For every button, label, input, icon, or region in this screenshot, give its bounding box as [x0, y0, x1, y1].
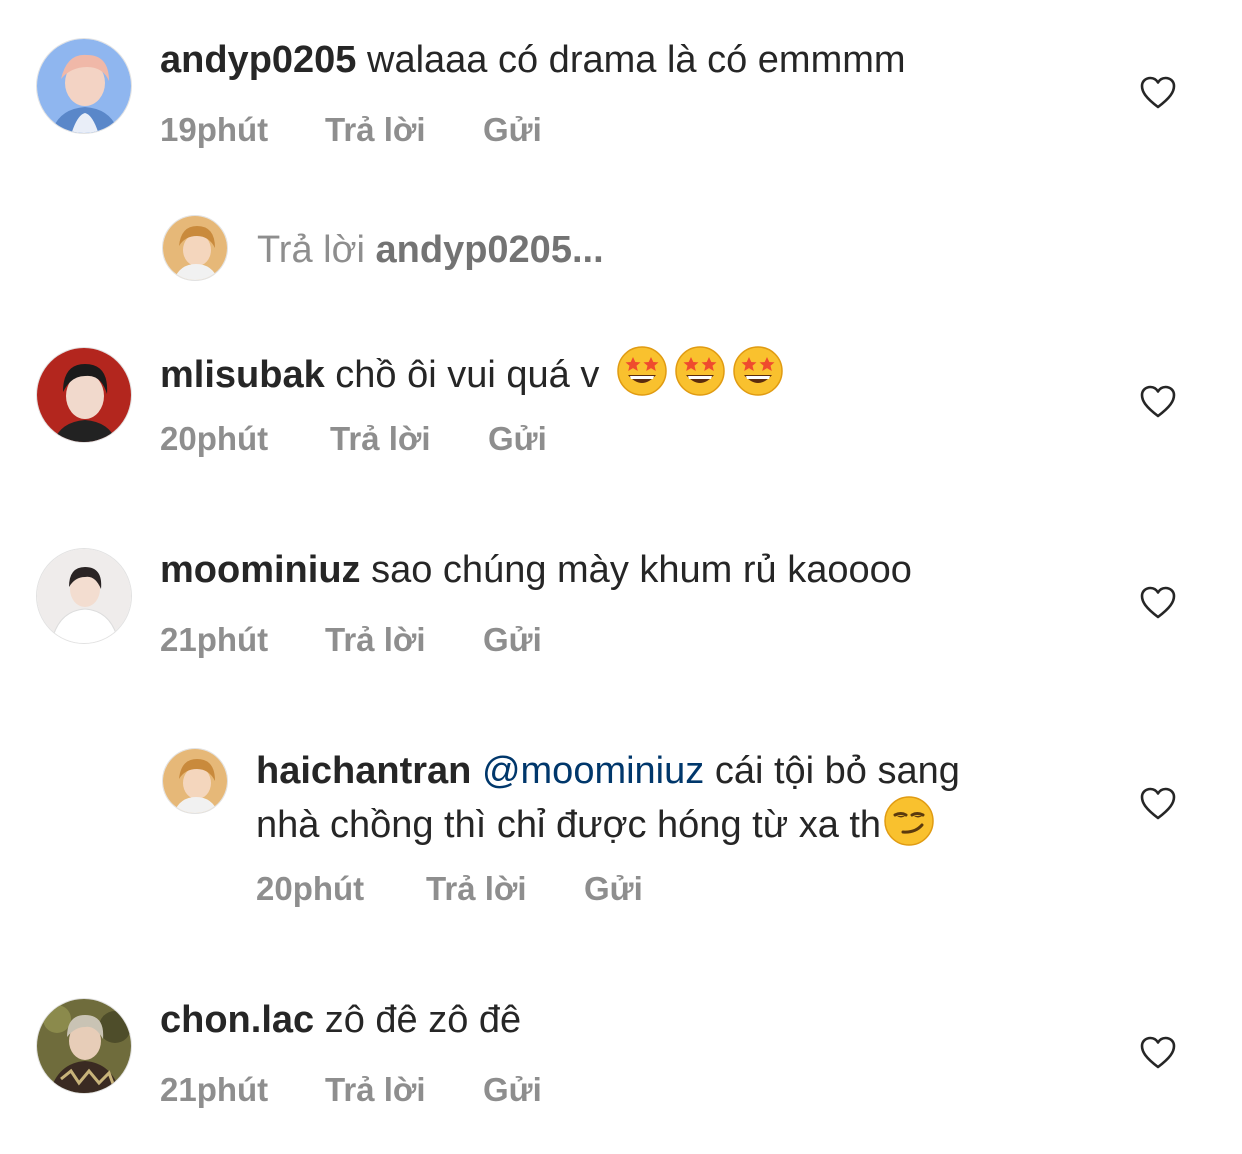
avatar[interactable]: [36, 998, 132, 1094]
comment-text: sao chúng mày khum rủ kaoooo: [371, 549, 912, 591]
avatar[interactable]: [36, 347, 132, 443]
comment-text-line1: cái tội bỏ sang: [714, 750, 960, 792]
send-button[interactable]: Gửi: [483, 110, 542, 150]
avatar[interactable]: [36, 548, 132, 644]
reply-button[interactable]: Trả lời: [325, 110, 426, 150]
comment-time: 20phút: [160, 420, 269, 457]
send-button[interactable]: Gửi: [483, 620, 542, 660]
avatar: [162, 215, 228, 281]
send-button[interactable]: Gửi: [483, 1070, 542, 1110]
comment-username[interactable]: andyp0205: [160, 39, 356, 81]
star-struck-emoji: [617, 346, 667, 396]
comment-text: chồ ôi vui quá v: [335, 354, 600, 396]
heart-outline-icon[interactable]: [1138, 583, 1178, 623]
reply-prompt-target: andyp0205...: [375, 229, 604, 271]
comment-time: 21phút: [160, 621, 269, 658]
reply-prompt-prefix: Trả lời: [257, 229, 365, 271]
comment-time: 19phút: [160, 111, 269, 148]
avatar[interactable]: [36, 38, 132, 134]
reply-button[interactable]: Trả lời: [325, 620, 426, 660]
comment-text-line2: nhà chồng thì chỉ được hóng từ xa th: [256, 804, 882, 846]
reply-button[interactable]: Trả lời: [426, 869, 527, 909]
comment-username[interactable]: moominiuz: [160, 549, 361, 591]
mention-link[interactable]: @moominiuz: [482, 750, 704, 792]
send-button[interactable]: Gửi: [584, 869, 643, 909]
avatar[interactable]: [162, 748, 228, 814]
comment-username[interactable]: chon.lac: [160, 999, 314, 1041]
comment-text: zô đê zô đê: [324, 999, 522, 1041]
smirk-emoji: [884, 796, 934, 846]
comment-time: 20phút: [256, 870, 365, 907]
reply-button[interactable]: Trả lời: [325, 1070, 426, 1110]
star-struck-emoji: [675, 346, 725, 396]
reply-button[interactable]: Trả lời: [330, 419, 431, 459]
star-struck-emoji: [733, 346, 783, 396]
comment-username[interactable]: mlisubak: [160, 354, 325, 396]
heart-outline-icon[interactable]: [1138, 382, 1178, 422]
heart-outline-icon[interactable]: [1138, 784, 1178, 824]
heart-outline-icon[interactable]: [1138, 1033, 1178, 1073]
send-button[interactable]: Gửi: [488, 419, 547, 459]
comment-username[interactable]: haichantran: [256, 750, 471, 792]
comment-text: walaaa có drama là có emmmm: [367, 39, 906, 81]
heart-outline-icon[interactable]: [1138, 73, 1178, 113]
comment-time: 21phút: [160, 1071, 269, 1108]
